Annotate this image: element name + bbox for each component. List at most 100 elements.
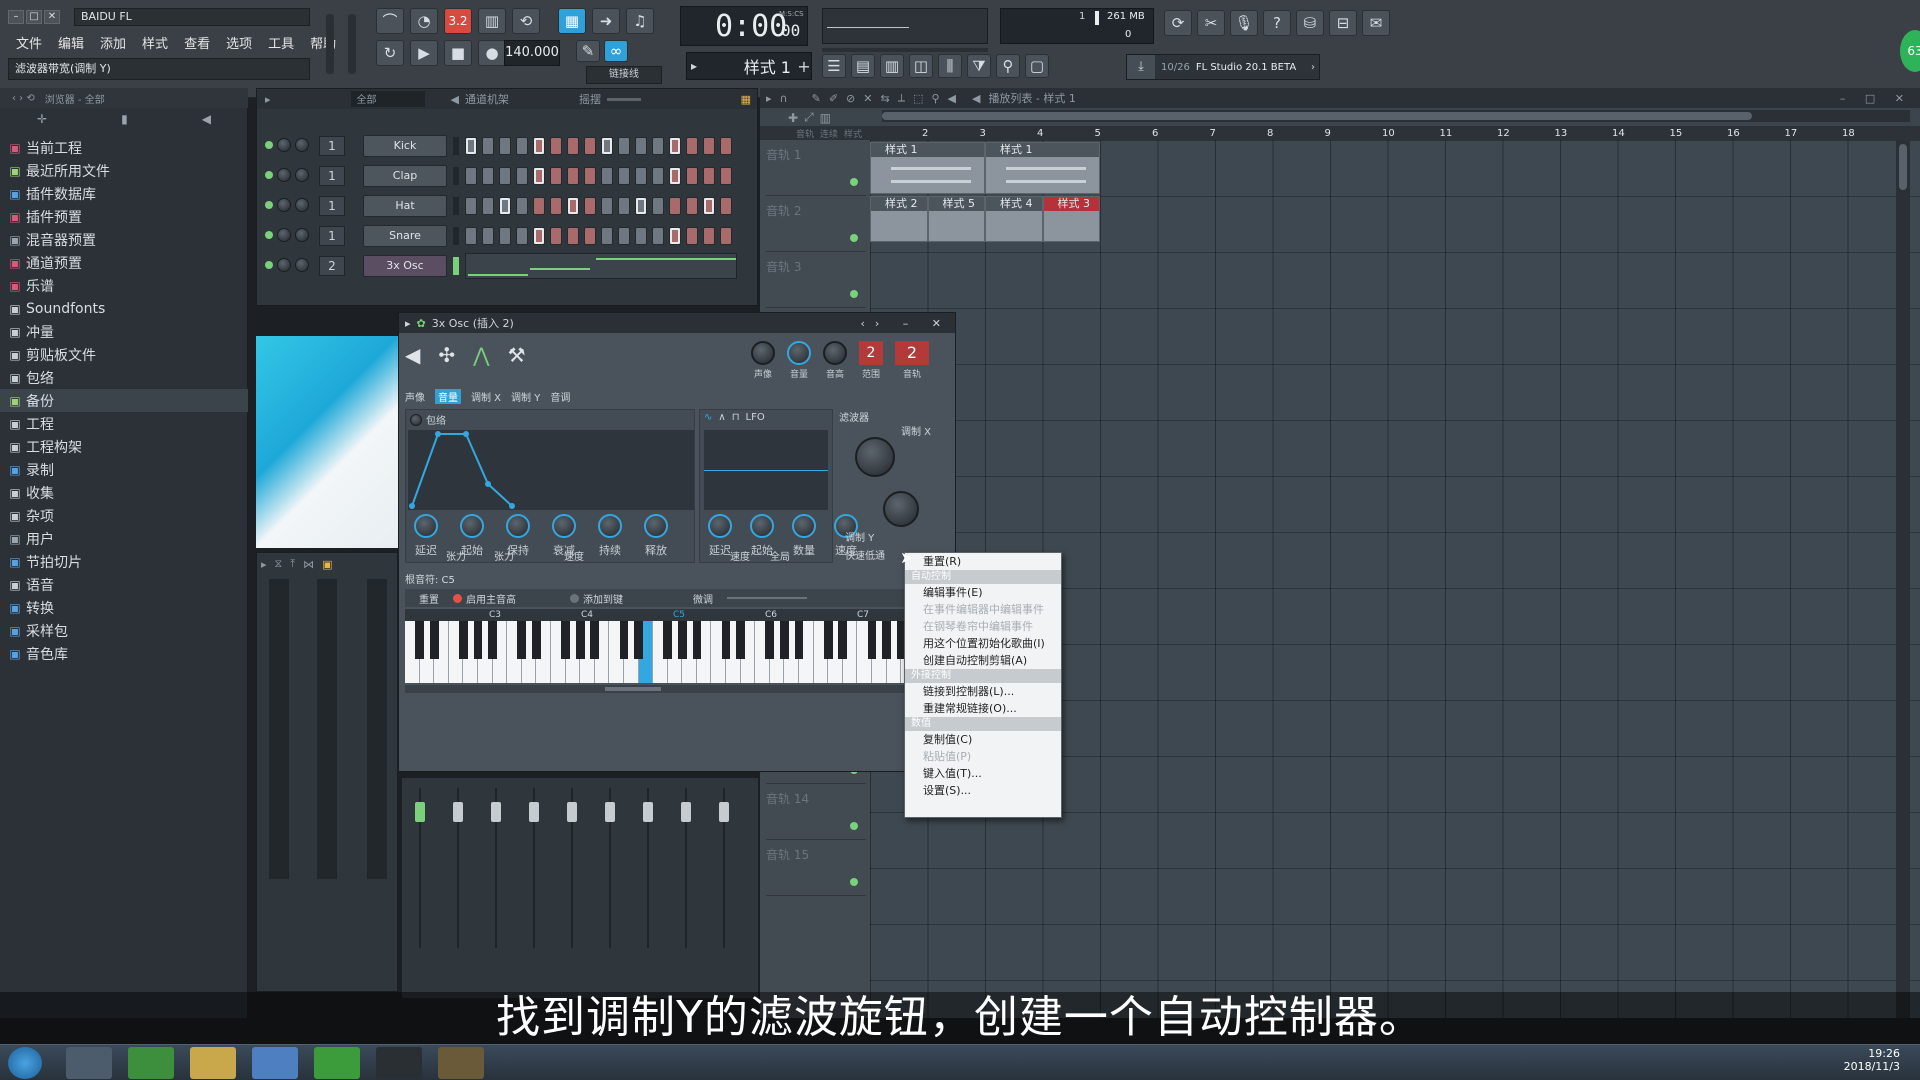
step-button[interactable] [550, 167, 562, 185]
restore-button[interactable]: □ [26, 10, 42, 24]
step-button[interactable] [516, 167, 528, 185]
news-panel[interactable]: ⤓ 10/26 FL Studio 20.1 BETA › [1126, 54, 1320, 80]
black-key[interactable] [517, 621, 527, 659]
help-icon[interactable]: ? [1263, 10, 1291, 36]
magnet-icon[interactable]: ∩ [780, 92, 788, 105]
step-button[interactable] [618, 227, 630, 245]
cut-icon[interactable]: ✂ [1197, 10, 1225, 36]
channel-pan-knob[interactable] [277, 198, 291, 212]
pattern-clip[interactable]: 样式 1 [985, 142, 1100, 194]
browser-file-icon[interactable]: ▮ [121, 112, 128, 126]
vertical-scrollbar[interactable] [1896, 140, 1910, 1018]
mixer-fader[interactable] [414, 788, 426, 988]
piano-roll-icon[interactable]: ▤ [851, 54, 875, 78]
step-button[interactable] [516, 197, 528, 215]
channel-mixer-num[interactable]: 1 [319, 196, 345, 216]
menu-item[interactable]: 工具 [260, 33, 302, 52]
channel-led[interactable] [265, 261, 273, 269]
channel-select[interactable] [453, 257, 459, 275]
mixer-fader[interactable] [528, 788, 540, 988]
step-button[interactable] [669, 197, 681, 215]
square-icon[interactable]: ⊓ [732, 412, 740, 423]
black-key[interactable] [823, 621, 833, 659]
mixer-route-icon[interactable]: ⋈ [303, 558, 314, 571]
undo-icon[interactable]: ⟳ [1164, 10, 1192, 36]
fine-tune-slider[interactable] [727, 597, 807, 599]
step-button[interactable] [601, 167, 613, 185]
channel-select[interactable] [453, 167, 459, 185]
select-icon[interactable]: ⬚ [913, 92, 923, 105]
step-button[interactable] [584, 227, 596, 245]
tempo-field[interactable]: 140.000 [504, 40, 560, 66]
menu-item[interactable]: 文件 [8, 33, 50, 52]
menu-item[interactable]: 添加 [92, 33, 134, 52]
track-label[interactable]: 音轨 2 [766, 196, 866, 252]
rack-graph-icon[interactable]: ▦ [741, 93, 757, 106]
channel-vol-knob[interactable] [295, 138, 309, 152]
browser-item[interactable]: ▣ 包络 [0, 366, 248, 389]
knob[interactable] [644, 514, 668, 538]
target-tab[interactable]: 声像 [405, 389, 425, 404]
plugin-top-knob[interactable]: 声像 [751, 341, 775, 380]
menu-item[interactable]: 查看 [176, 33, 218, 52]
browser-item[interactable]: ▣ 插件数据库 [0, 182, 248, 205]
channel-select[interactable] [453, 227, 459, 245]
channel-vol-knob[interactable] [295, 258, 309, 272]
step-button[interactable] [567, 227, 579, 245]
envelope-knob[interactable]: 释放 [638, 514, 674, 558]
clock[interactable]: 19:26 2018/11/3 [1820, 1047, 1900, 1073]
plugin-picker-icon[interactable]: ⚲ [996, 54, 1020, 78]
app-icon-6[interactable] [376, 1047, 422, 1079]
loop-record-icon[interactable]: ⟲ [512, 8, 540, 34]
touch-keyboard-icon[interactable]: ▢ [1025, 54, 1049, 78]
browser-item[interactable]: ▣ 节拍切片 [0, 550, 248, 573]
pattern-clip[interactable]: 样式 2 [870, 196, 928, 242]
channel-name-button[interactable]: Snare [363, 225, 447, 247]
step-button[interactable] [516, 137, 528, 155]
browser-nav-icon[interactable]: ‹ › ⟲ [12, 93, 35, 104]
step-button[interactable] [499, 167, 511, 185]
loop-icon[interactable]: ↻ [376, 40, 404, 66]
envelope-toggle[interactable] [410, 413, 422, 426]
browser-item[interactable]: ▣ 剪贴板文件 [0, 343, 248, 366]
context-menu-item[interactable]: 链接到控制器(L)... [905, 683, 1061, 700]
target-tab[interactable]: 音调 [550, 389, 570, 404]
knob[interactable] [823, 341, 847, 365]
mixer-menu-icon[interactable]: ▸ [261, 558, 267, 571]
context-menu-item[interactable]: 编辑事件(E) [905, 584, 1061, 601]
black-key[interactable] [882, 621, 891, 659]
channel-led[interactable] [265, 201, 273, 209]
mixer-icon[interactable]: ⫼ [938, 54, 962, 78]
black-key[interactable] [867, 621, 877, 659]
channel-mixer-num[interactable]: 2 [319, 256, 345, 276]
mixer-fader[interactable] [604, 788, 616, 988]
plugin-top-knob[interactable]: 2 音轨 [895, 341, 929, 380]
render-icon[interactable]: ⊟ [1329, 10, 1357, 36]
knob[interactable] [506, 514, 530, 538]
download-icon[interactable]: ⤓ [1127, 55, 1155, 79]
sine-icon[interactable]: ∿ [704, 412, 712, 423]
pattern-clip[interactable]: 样式 5 [927, 196, 985, 242]
channel-rack-icon[interactable]: ▥ [880, 54, 904, 78]
black-key[interactable] [415, 621, 424, 659]
browser-item[interactable]: ▣ 语音 [0, 573, 248, 596]
channel-led[interactable] [265, 141, 273, 149]
context-menu-item[interactable]: 创建自动控制剪辑(A) [905, 652, 1061, 669]
pattern-clip[interactable]: 样式 1 [870, 142, 985, 194]
step-button[interactable] [601, 227, 613, 245]
step-button[interactable] [567, 197, 579, 215]
menu-item[interactable]: 选项 [218, 33, 260, 52]
range-display[interactable]: 2 [859, 341, 883, 365]
browser-item[interactable]: ▣ 当前工程 [0, 136, 248, 159]
channel-select[interactable] [453, 197, 459, 215]
black-key[interactable] [794, 621, 804, 659]
step-button[interactable] [703, 227, 715, 245]
context-menu-item[interactable]: 重置(R) [905, 553, 1061, 570]
channel-select[interactable] [453, 137, 459, 155]
channel-pan-knob[interactable] [277, 258, 291, 272]
reset-button[interactable]: 重置 [419, 591, 439, 606]
step-button[interactable] [584, 197, 596, 215]
envelope-knob[interactable]: 延迟 [408, 514, 444, 558]
step-button[interactable] [686, 167, 698, 185]
news-next-icon[interactable]: › [1311, 62, 1319, 73]
